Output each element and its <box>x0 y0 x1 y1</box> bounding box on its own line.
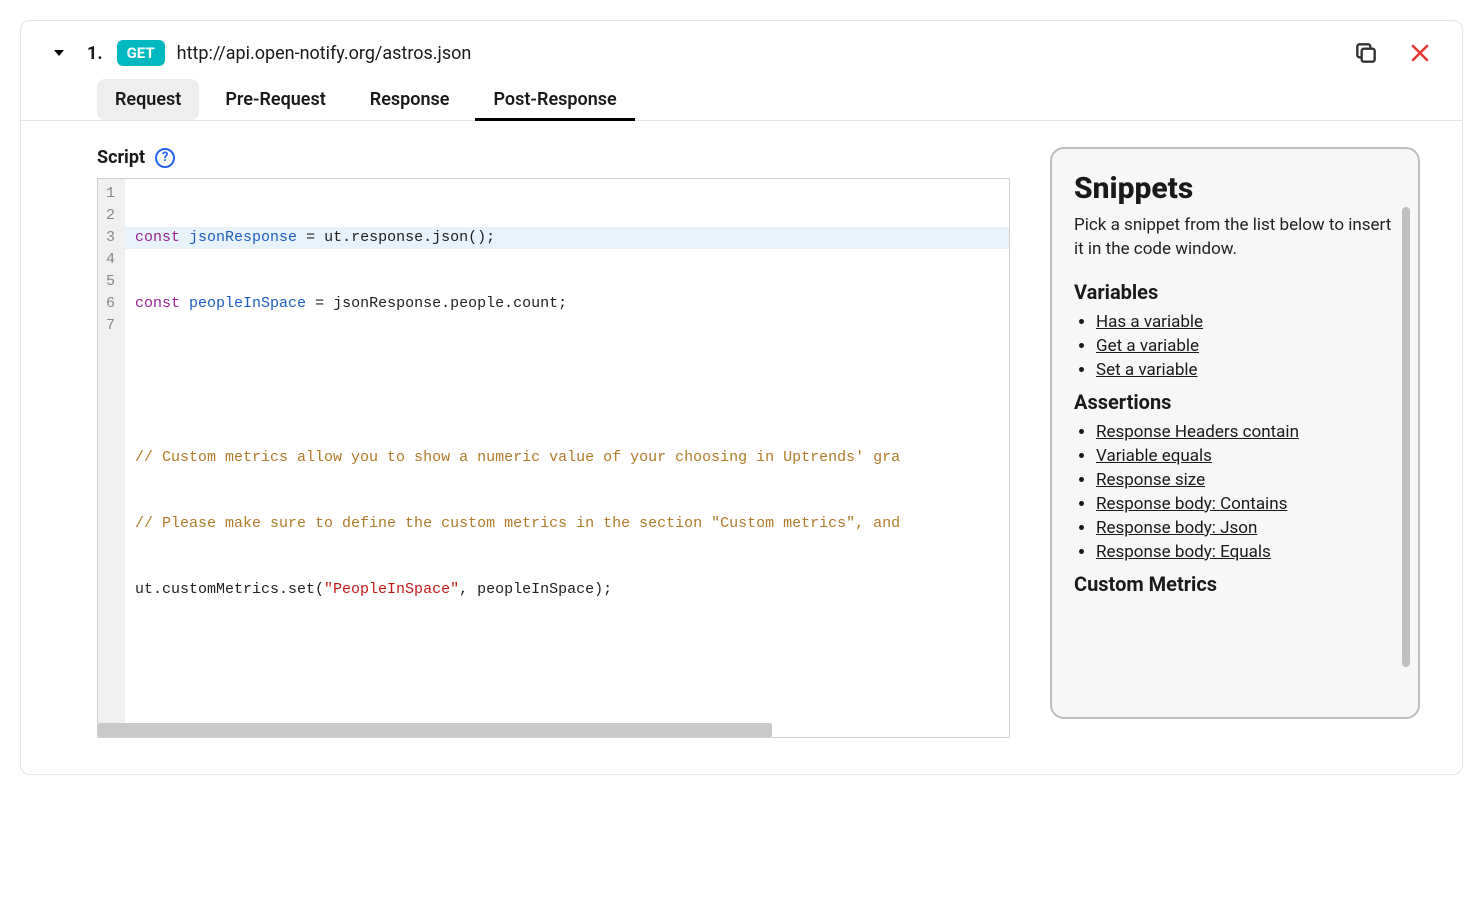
line-number: 5 <box>106 271 115 293</box>
code-line: const jsonResponse = ut.response.json(); <box>125 227 1009 249</box>
code-line: // Please make sure to define the custom… <box>125 513 1009 535</box>
delete-button[interactable] <box>1406 39 1434 67</box>
list-item: Get a variable <box>1096 336 1396 356</box>
snippet-variable-equals[interactable]: Variable equals <box>1096 446 1212 466</box>
tab-content: Script ? 1 2 3 4 5 6 7 const jsonRespons… <box>21 121 1462 774</box>
list-item: Has a variable <box>1096 312 1396 332</box>
line-number: 6 <box>106 293 115 315</box>
tabs: Request Pre-Request Response Post-Respon… <box>21 79 1462 121</box>
snippet-section-assertions: Assertions <box>1074 390 1396 414</box>
snippet-section-variables: Variables <box>1074 280 1396 304</box>
tab-post-response[interactable]: Post-Response <box>475 79 634 120</box>
help-icon[interactable]: ? <box>155 148 175 168</box>
snippet-response-body-contains[interactable]: Response body: Contains <box>1096 494 1287 514</box>
snippets-title: Snippets <box>1074 171 1396 206</box>
tab-response[interactable]: Response <box>352 79 468 120</box>
snippets-scrollbar[interactable] <box>1402 207 1410 667</box>
line-number: 2 <box>106 205 115 227</box>
list-item: Response body: Json <box>1096 518 1396 538</box>
snippet-get-variable[interactable]: Get a variable <box>1096 336 1199 356</box>
line-number: 4 <box>106 249 115 271</box>
snippets-panel: Snippets Pick a snippet from the list be… <box>1050 147 1420 719</box>
duplicate-button[interactable] <box>1352 39 1380 67</box>
list-item: Response body: Contains <box>1096 494 1396 514</box>
line-number: 1 <box>106 183 115 205</box>
list-item: Variable equals <box>1096 446 1396 466</box>
code-line: const peopleInSpace = jsonResponse.peopl… <box>125 293 1009 315</box>
snippet-response-body-equals[interactable]: Response body: Equals <box>1096 542 1271 562</box>
snippets-description: Pick a snippet from the list below to in… <box>1074 214 1396 262</box>
step-header: 1. GET http://api.open-notify.org/astros… <box>21 21 1462 79</box>
script-column: Script ? 1 2 3 4 5 6 7 const jsonRespons… <box>97 147 1010 738</box>
step-number: 1. <box>87 43 103 64</box>
snippet-response-size[interactable]: Response size <box>1096 470 1205 490</box>
list-item: Response size <box>1096 470 1396 490</box>
code-editor[interactable]: 1 2 3 4 5 6 7 const jsonResponse = ut.re… <box>97 178 1010 738</box>
code-area[interactable]: const jsonResponse = ut.response.json();… <box>125 179 1009 737</box>
code-line: ut.customMetrics.set("PeopleInSpace", pe… <box>125 579 1009 601</box>
script-label: Script <box>97 147 145 168</box>
list-item: Set a variable <box>1096 360 1396 380</box>
scrollbar-thumb[interactable] <box>98 723 772 737</box>
request-url: http://api.open-notify.org/astros.json <box>177 43 1352 64</box>
snippet-has-variable[interactable]: Has a variable <box>1096 312 1203 332</box>
code-line: // Custom metrics allow you to show a nu… <box>125 447 1009 469</box>
http-method-badge: GET <box>117 40 165 66</box>
collapse-toggle[interactable] <box>49 43 69 63</box>
snippet-section-custom-metrics: Custom Metrics <box>1074 572 1396 596</box>
tab-pre-request[interactable]: Pre-Request <box>207 79 343 120</box>
snippet-response-headers-contain[interactable]: Response Headers contain <box>1096 422 1299 442</box>
line-number: 3 <box>106 227 115 249</box>
header-actions <box>1352 39 1434 67</box>
snippet-response-body-json[interactable]: Response body: Json <box>1096 518 1257 538</box>
tab-request[interactable]: Request <box>97 79 199 120</box>
line-gutter: 1 2 3 4 5 6 7 <box>98 179 125 737</box>
snippet-set-variable[interactable]: Set a variable <box>1096 360 1198 380</box>
snippet-list-variables: Has a variable Get a variable Set a vari… <box>1074 312 1396 380</box>
list-item: Response body: Equals <box>1096 542 1396 562</box>
request-step-panel: 1. GET http://api.open-notify.org/astros… <box>20 20 1463 775</box>
horizontal-scrollbar[interactable] <box>98 723 1009 737</box>
snippet-list-assertions: Response Headers contain Variable equals… <box>1074 422 1396 562</box>
line-number: 7 <box>106 315 115 337</box>
list-item: Response Headers contain <box>1096 422 1396 442</box>
